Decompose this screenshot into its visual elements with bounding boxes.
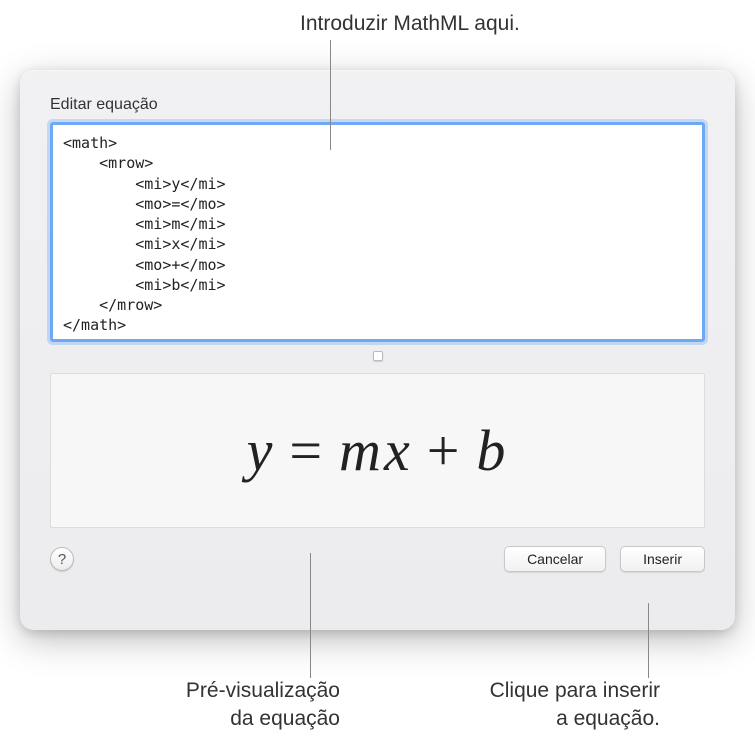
callout-preview-line2: da equação — [120, 705, 340, 732]
equation-editor-panel: Editar equação y = m x + b ? Cancelar In… — [20, 70, 735, 630]
panel-title: Editar equação — [50, 96, 705, 114]
preview-op-plus: + — [413, 417, 477, 484]
equation-preview: y = m x + b — [50, 373, 705, 528]
help-icon: ? — [58, 551, 66, 568]
help-button[interactable]: ? — [50, 547, 74, 571]
resize-handle[interactable] — [373, 351, 383, 361]
mathml-input[interactable] — [50, 122, 705, 342]
insert-button[interactable]: Inserir — [620, 546, 705, 572]
callout-preview-line1: Pré-visualização — [120, 677, 340, 704]
callout-insert-line1: Clique para inserir — [440, 677, 660, 704]
callout-insert: Clique para inserir a equação. — [440, 677, 660, 732]
callout-insert-line2: a equação. — [440, 705, 660, 732]
callout-line-insert — [648, 603, 649, 678]
callout-input-hint: Introduzir MathML aqui. — [300, 10, 600, 37]
preview-var-y: y — [247, 417, 276, 484]
cancel-button[interactable]: Cancelar — [504, 546, 606, 572]
preview-var-b: b — [476, 417, 508, 484]
callout-line-preview — [310, 553, 311, 678]
callout-preview: Pré-visualização da equação — [120, 677, 340, 732]
preview-var-m: m — [339, 417, 384, 484]
preview-op-eq: = — [275, 417, 339, 484]
panel-footer: ? Cancelar Inserir — [50, 546, 705, 572]
callout-line-top — [330, 40, 331, 150]
preview-var-x: x — [384, 417, 413, 484]
